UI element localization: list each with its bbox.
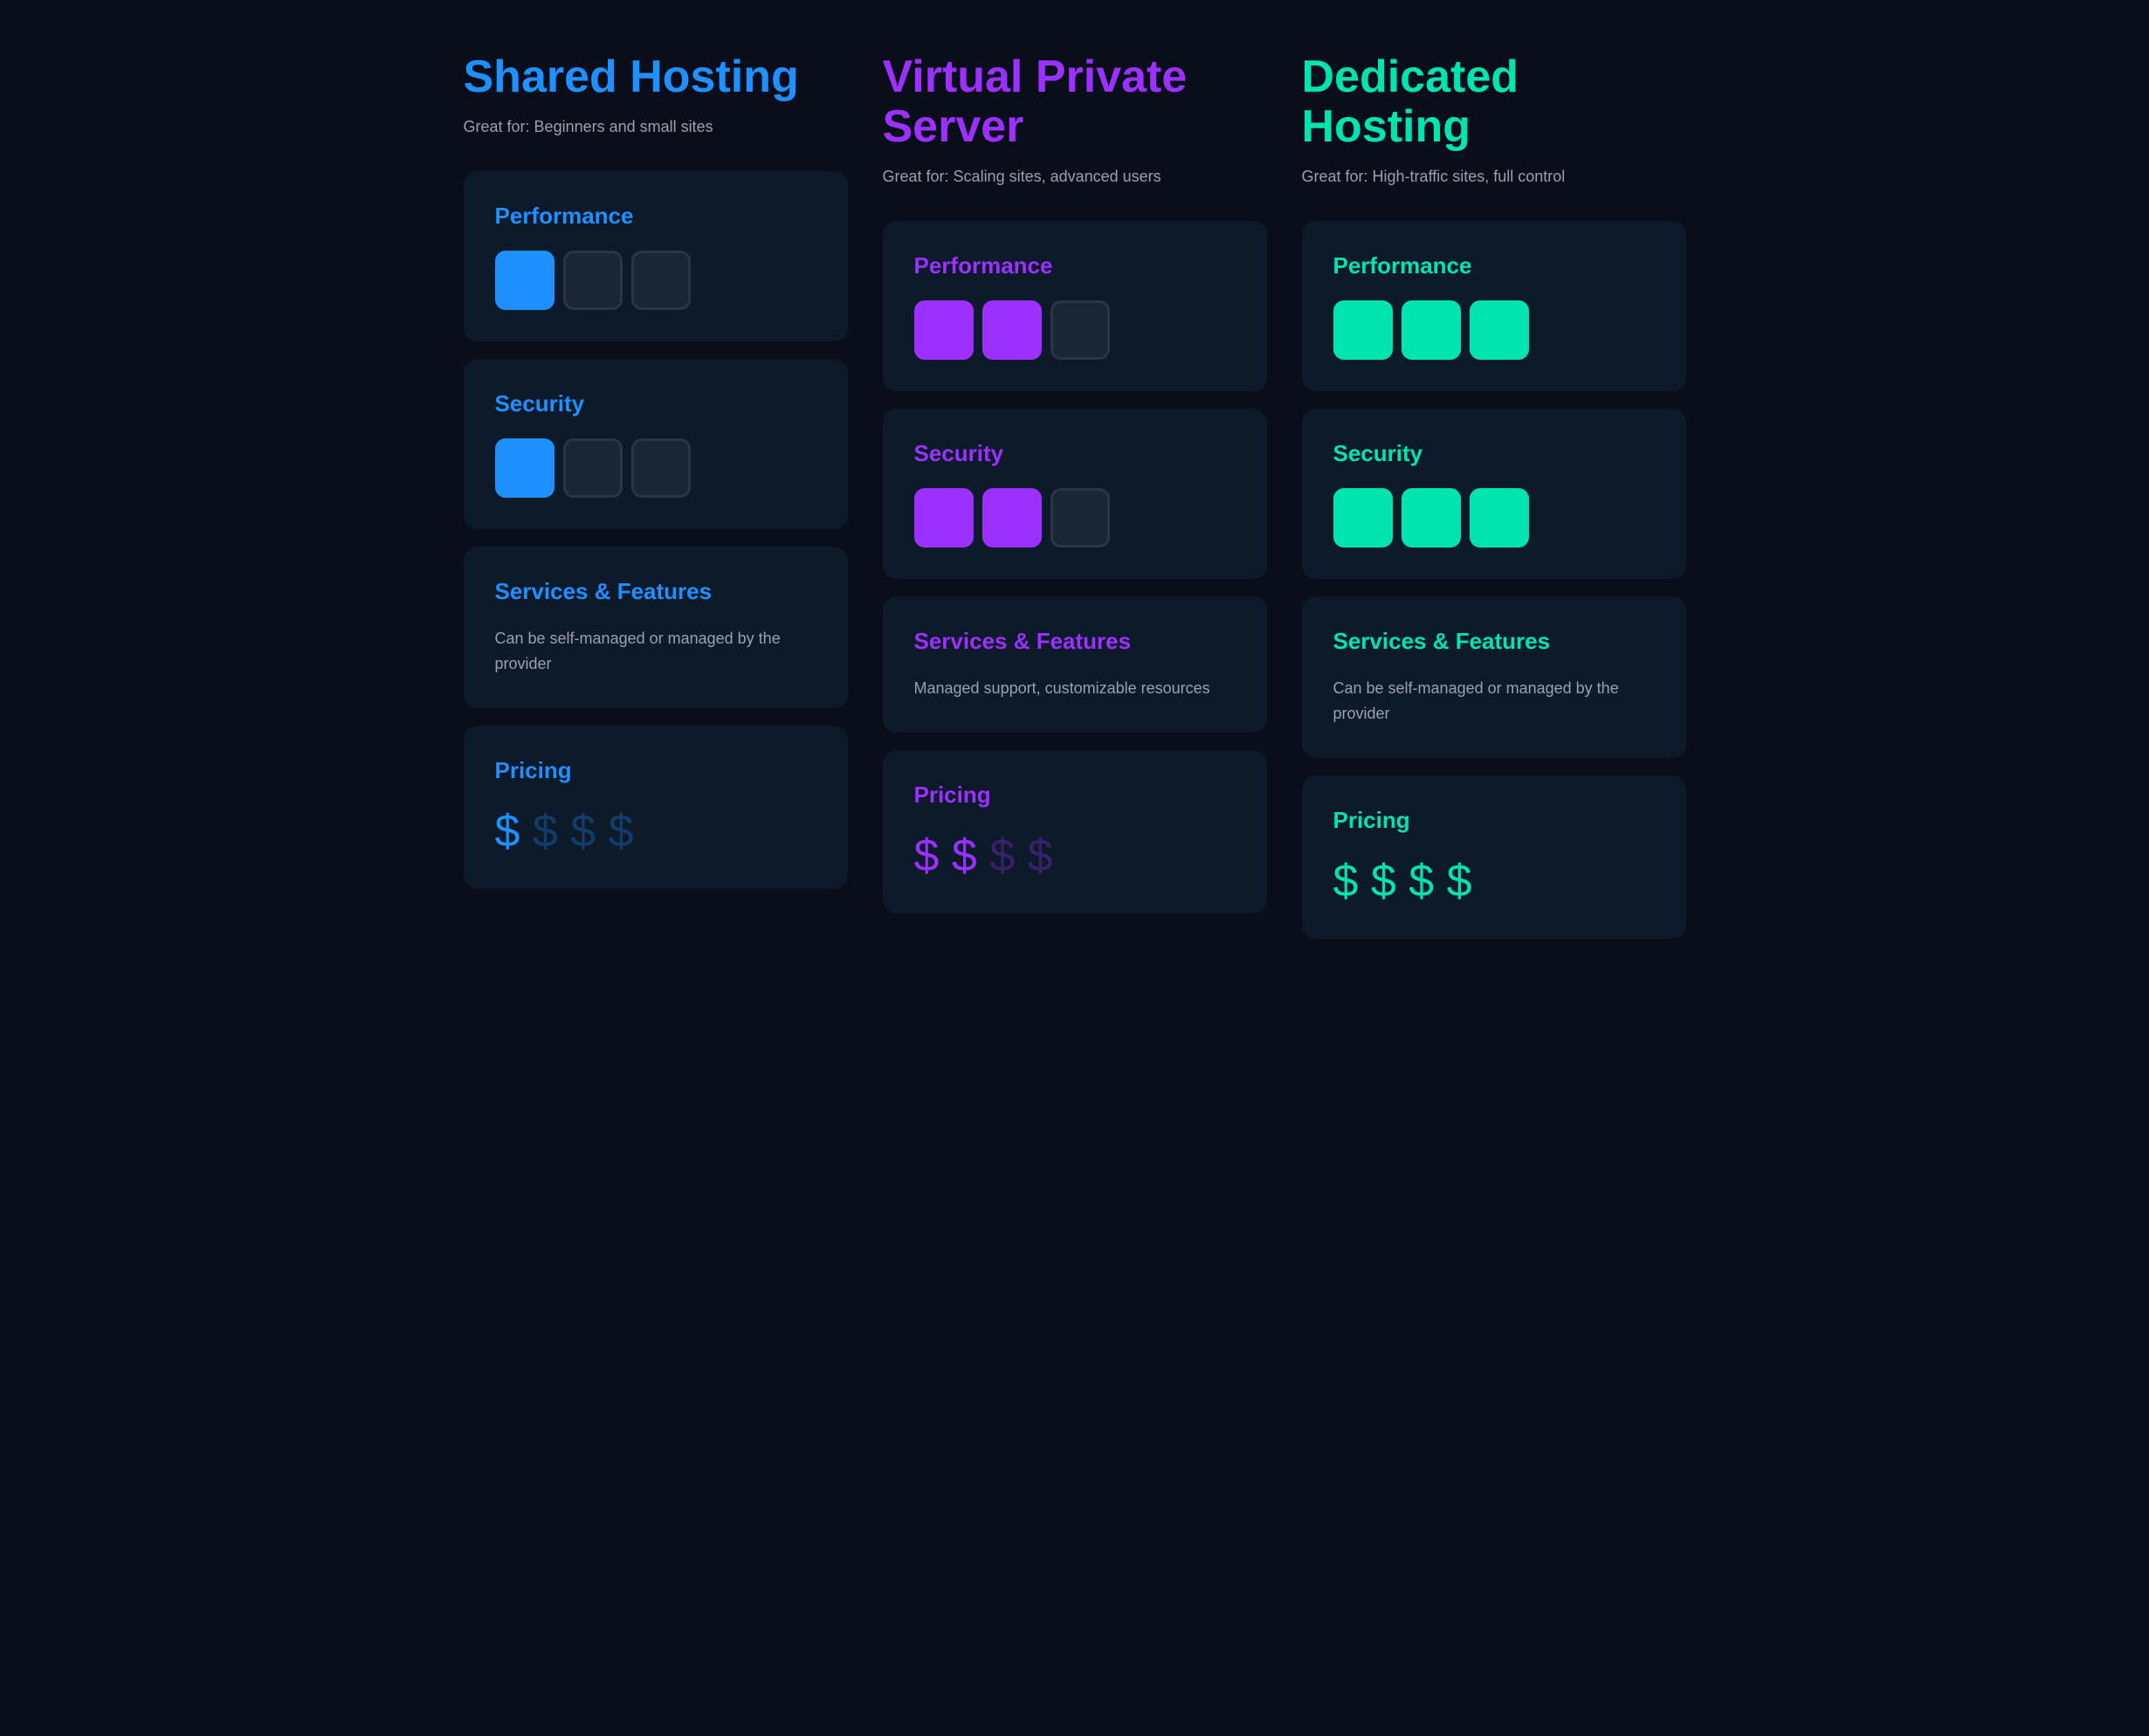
vps-sec-block-3 [1050,488,1110,548]
shared-price-1: $ [495,806,520,857]
ded-sec-block-2 [1402,488,1461,548]
dedicated-subtitle-value: High-traffic sites, full control [1373,168,1566,185]
shared-subtitle-value: Beginners and small sites [534,118,713,135]
vps-price-1: $ $ [914,830,977,881]
vps-performance-card: Performance [883,221,1267,391]
vps-title: Virtual Private Server [883,52,1267,152]
shared-performance-rating [495,251,816,310]
dedicated-performance-card: Performance [1302,221,1686,391]
dedicated-pricing-label: Pricing [1333,807,1655,834]
shared-subtitle: Great for: Beginners and small sites [464,118,848,136]
dedicated-header: Dedicated Hosting Great for: High-traffi… [1302,52,1686,186]
vps-perf-block-1 [914,300,974,360]
vps-perf-block-2 [982,300,1042,360]
vps-subtitle-label: Great for: [883,168,949,185]
vps-services-label: Services & Features [914,628,1236,655]
shared-pricing-card: Pricing $ $ $ $ [464,726,848,889]
column-shared: Shared Hosting Great for: Beginners and … [464,52,848,956]
dedicated-security-card: Security [1302,409,1686,579]
dedicated-performance-label: Performance [1333,252,1655,279]
dedicated-services-label: Services & Features [1333,628,1655,655]
shared-security-label: Security [495,390,816,417]
shared-security-rating [495,438,816,498]
vps-sec-block-2 [982,488,1042,548]
shared-perf-block-1 [495,251,554,310]
dedicated-services-text: Can be self-managed or managed by the pr… [1333,676,1655,727]
dedicated-title: Dedicated Hosting [1302,52,1686,152]
shared-performance-label: Performance [495,203,816,230]
vps-security-rating [914,488,1236,548]
shared-sec-block-3 [631,438,691,498]
ded-perf-block-3 [1470,300,1529,360]
shared-perf-block-2 [563,251,623,310]
vps-security-label: Security [914,440,1236,467]
vps-subtitle-value: Scaling sites, advanced users [954,168,1161,185]
vps-pricing-card: Pricing $ $ $ $ [883,750,1267,913]
dedicated-subtitle-label: Great for: [1302,168,1368,185]
shared-price-2: $ $ $ [520,806,633,857]
vps-services-card: Services & Features Managed support, cus… [883,596,1267,733]
ded-perf-block-1 [1333,300,1393,360]
shared-subtitle-label: Great for: [464,118,530,135]
dedicated-pricing-value: $ $ $ $ [1333,855,1655,907]
vps-price-2: $ $ [977,830,1053,881]
column-vps: Virtual Private Server Great for: Scalin… [883,52,1267,956]
shared-sec-block-1 [495,438,554,498]
shared-perf-block-3 [631,251,691,310]
shared-performance-card: Performance [464,171,848,341]
vps-subtitle: Great for: Scaling sites, advanced users [883,168,1267,186]
dedicated-pricing-card: Pricing $ $ $ $ [1302,775,1686,939]
shared-services-label: Services & Features [495,578,816,605]
ded-sec-block-3 [1470,488,1529,548]
dedicated-subtitle: Great for: High-traffic sites, full cont… [1302,168,1686,186]
ded-perf-block-2 [1402,300,1461,360]
column-dedicated: Dedicated Hosting Great for: High-traffi… [1302,52,1686,956]
ded-price-all: $ $ $ $ [1333,856,1472,906]
shared-services-card: Services & Features Can be self-managed … [464,547,848,708]
ded-sec-block-1 [1333,488,1393,548]
shared-header: Shared Hosting Great for: Beginners and … [464,52,848,136]
vps-performance-label: Performance [914,252,1236,279]
shared-security-card: Security [464,359,848,529]
shared-pricing-value: $ $ $ $ [495,805,816,858]
vps-security-card: Security [883,409,1267,579]
vps-services-text: Managed support, customizable resources [914,676,1236,701]
columns-grid: Shared Hosting Great for: Beginners and … [464,52,1686,956]
shared-pricing-label: Pricing [495,757,816,784]
shared-services-text: Can be self-managed or managed by the pr… [495,626,816,677]
shared-title: Shared Hosting [464,52,848,102]
page-container: Shared Hosting Great for: Beginners and … [464,52,1686,956]
dedicated-security-rating [1333,488,1655,548]
shared-sec-block-2 [563,438,623,498]
vps-perf-block-3 [1050,300,1110,360]
vps-header: Virtual Private Server Great for: Scalin… [883,52,1267,186]
dedicated-security-label: Security [1333,440,1655,467]
vps-performance-rating [914,300,1236,360]
vps-pricing-label: Pricing [914,782,1236,809]
vps-sec-block-1 [914,488,974,548]
vps-pricing-value: $ $ $ $ [914,830,1236,882]
dedicated-services-card: Services & Features Can be self-managed … [1302,596,1686,758]
dedicated-performance-rating [1333,300,1655,360]
